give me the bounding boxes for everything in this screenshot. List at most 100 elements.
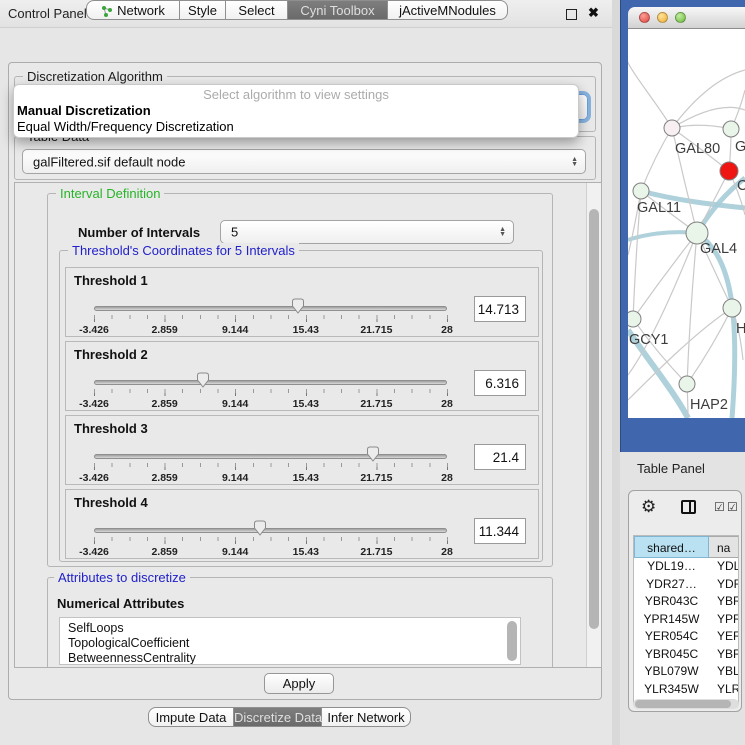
algorithm-dropdown-popup: Select algorithm to view settings Manual… xyxy=(13,84,579,138)
table-panel-title: Table Panel xyxy=(637,461,705,476)
table-row[interactable]: YDL19…YDL1 xyxy=(634,558,739,576)
table-data-combo[interactable]: galFiltered.sif default node ▲▼ xyxy=(22,149,586,174)
threshold-4-slider[interactable]: -3.4262.8599.14415.4321.71528 xyxy=(94,516,448,558)
tab-style[interactable]: Style xyxy=(180,0,226,20)
slider-tick-labels: -3.4262.8599.14415.4321.71528 xyxy=(94,546,447,558)
tab-jactive-label: jActiveMNodules xyxy=(399,3,496,18)
node-table[interactable]: shared… na YDL19…YDL1 YDR27…YDR2 YBR043C… xyxy=(633,535,739,705)
tab-infer-label: Infer Network xyxy=(327,710,404,725)
dropdown-option-manual[interactable]: Manual Discretization xyxy=(17,103,151,118)
threshold-2-label: Threshold 2 xyxy=(74,347,148,362)
threshold-1-panel: Threshold 1 -3.4262.8599.14415.4321.7152… xyxy=(65,267,539,337)
tab-select[interactable]: Select xyxy=(226,0,288,20)
tab-jactivemnodules[interactable]: jActiveMNodules xyxy=(388,0,508,20)
slider-tick-labels: -3.4262.8599.14415.4321.71528 xyxy=(94,472,447,484)
node-gcy1[interactable] xyxy=(628,311,641,327)
table-row[interactable]: YBR043CYBR0 xyxy=(634,593,739,611)
table-hscrollbar-thumb[interactable] xyxy=(635,700,731,708)
table-header-row: shared… na xyxy=(634,536,739,558)
threshold-1-value[interactable]: 14.713 xyxy=(474,296,526,322)
dropdown-option-equal-width[interactable]: Equal Width/Frequency Discretization xyxy=(17,119,234,134)
table-row[interactable]: YBL079WYBL0 xyxy=(634,663,739,681)
node-h[interactable] xyxy=(723,299,741,317)
column-header-name[interactable]: na xyxy=(709,536,739,558)
list-item[interactable]: SelfLoops xyxy=(68,621,124,636)
tab-infer-network[interactable]: Infer Network xyxy=(322,707,411,727)
threshold-2-value[interactable]: 6.316 xyxy=(474,370,526,396)
panel-scrollbar-track[interactable] xyxy=(586,183,602,667)
tab-discretize-data[interactable]: Discretize Data xyxy=(234,707,322,727)
node-label-gcy1: GCY1 xyxy=(629,332,669,348)
thresholds-group-title: Threshold's Coordinates for 5 Intervals xyxy=(68,243,299,258)
numerical-attributes-label: Numerical Attributes xyxy=(57,596,184,611)
close-icon[interactable]: ✖ xyxy=(588,5,599,21)
numerical-attributes-list[interactable]: SelfLoops TopologicalCoefficient Between… xyxy=(59,617,521,665)
table-hscrollbar-track[interactable] xyxy=(633,699,739,709)
split-columns-icon[interactable] xyxy=(681,500,696,514)
minimize-traffic-light-icon[interactable] xyxy=(657,12,668,23)
panel-divider[interactable] xyxy=(612,0,620,745)
column-header-shared-name[interactable]: shared… xyxy=(634,536,709,558)
threshold-2-panel: Threshold 2 -3.4262.8599.14415.4321.7152… xyxy=(65,341,539,411)
node-label-h-partial: H xyxy=(736,321,745,337)
panel-scrollbar-thumb[interactable] xyxy=(589,209,599,629)
table-data-combo-value: galFiltered.sif default node xyxy=(33,154,185,169)
screen: Control Panel ✖ Network Style Select Cyn… xyxy=(0,0,745,745)
list-item[interactable]: TopologicalCoefficient xyxy=(68,636,189,651)
tab-cyni-toolbox[interactable]: Cyni Toolbox xyxy=(288,0,388,20)
tab-impute-data[interactable]: Impute Data xyxy=(148,707,234,727)
node-label-gal11: GAL11 xyxy=(637,200,681,216)
slider-track[interactable] xyxy=(94,380,447,385)
table-row[interactable]: YPR145WYPR1 xyxy=(634,611,739,629)
tab-impute-label: Impute Data xyxy=(156,710,227,725)
tab-discretize-label: Discretize Data xyxy=(234,710,322,725)
interval-definition-group: Interval Definition Number of Intervals … xyxy=(47,193,553,567)
slider-tick-labels: -3.4262.8599.14415.4321.71528 xyxy=(94,398,447,410)
list-item[interactable]: BetweennessCentrality xyxy=(68,651,196,665)
combo-arrows-icon: ▲▼ xyxy=(499,227,506,237)
thresholds-group: Threshold's Coordinates for 5 Intervals … xyxy=(59,250,543,562)
node-gal11[interactable] xyxy=(633,183,649,199)
checkbox-icon[interactable]: ☑ xyxy=(727,500,738,514)
network-svg: GAL80 GA C GAL11 GAL4 GCY1 H HAP2 xyxy=(628,29,745,418)
table-row[interactable]: YBR045CYBR0 xyxy=(634,646,739,664)
node-hap2[interactable] xyxy=(679,376,695,392)
gear-icon[interactable]: ⚙ xyxy=(641,497,656,517)
slider-thumb[interactable] xyxy=(196,372,210,388)
tab-style-label: Style xyxy=(188,3,217,18)
network-icon xyxy=(101,3,113,23)
slider-track[interactable] xyxy=(94,306,447,311)
number-of-intervals-combo[interactable]: 5 ▲▼ xyxy=(220,220,514,244)
threshold-3-panel: Threshold 3 -3.4262.8599.14415.4321.7152… xyxy=(65,415,539,485)
threshold-4-value[interactable]: 11.344 xyxy=(474,518,526,544)
threshold-4-label: Threshold 4 xyxy=(74,495,148,510)
node-gal80[interactable] xyxy=(664,120,680,136)
slider-thumb[interactable] xyxy=(366,446,380,462)
slider-track[interactable] xyxy=(94,528,447,533)
table-row[interactable]: YER054CYER0 xyxy=(634,628,739,646)
node-label-gal4: GAL4 xyxy=(700,241,737,257)
threshold-1-slider[interactable]: -3.4262.8599.14415.4321.71528 xyxy=(94,294,448,336)
checkbox-icon[interactable]: ☑ xyxy=(714,500,725,514)
list-scrollbar[interactable] xyxy=(507,621,517,661)
node-top-right[interactable] xyxy=(723,121,739,137)
slider-thumb[interactable] xyxy=(253,520,267,536)
network-window-titlebar[interactable] xyxy=(628,7,745,29)
node-red-selected[interactable] xyxy=(720,162,738,180)
table-row[interactable]: YLR345WYLR3 xyxy=(634,681,739,699)
threshold-3-slider[interactable]: -3.4262.8599.14415.4321.71528 xyxy=(94,442,448,484)
slider-minor-ticks xyxy=(94,537,448,541)
tab-network[interactable]: Network xyxy=(86,0,180,20)
threshold-3-value[interactable]: 21.4 xyxy=(474,444,526,470)
attributes-group-title: Attributes to discretize xyxy=(54,570,190,585)
apply-button[interactable]: Apply xyxy=(264,673,334,694)
table-row[interactable]: YDR27…YDR2 xyxy=(634,576,739,594)
float-window-icon[interactable] xyxy=(566,9,577,20)
zoom-traffic-light-icon[interactable] xyxy=(675,12,686,23)
slider-thumb[interactable] xyxy=(291,298,305,314)
network-canvas[interactable]: GAL80 GA C GAL11 GAL4 GCY1 H HAP2 xyxy=(628,29,745,418)
node-label-gal80: GAL80 xyxy=(675,141,720,157)
close-traffic-light-icon[interactable] xyxy=(639,12,650,23)
slider-track[interactable] xyxy=(94,454,447,459)
threshold-2-slider[interactable]: -3.4262.8599.14415.4321.71528 xyxy=(94,368,448,410)
